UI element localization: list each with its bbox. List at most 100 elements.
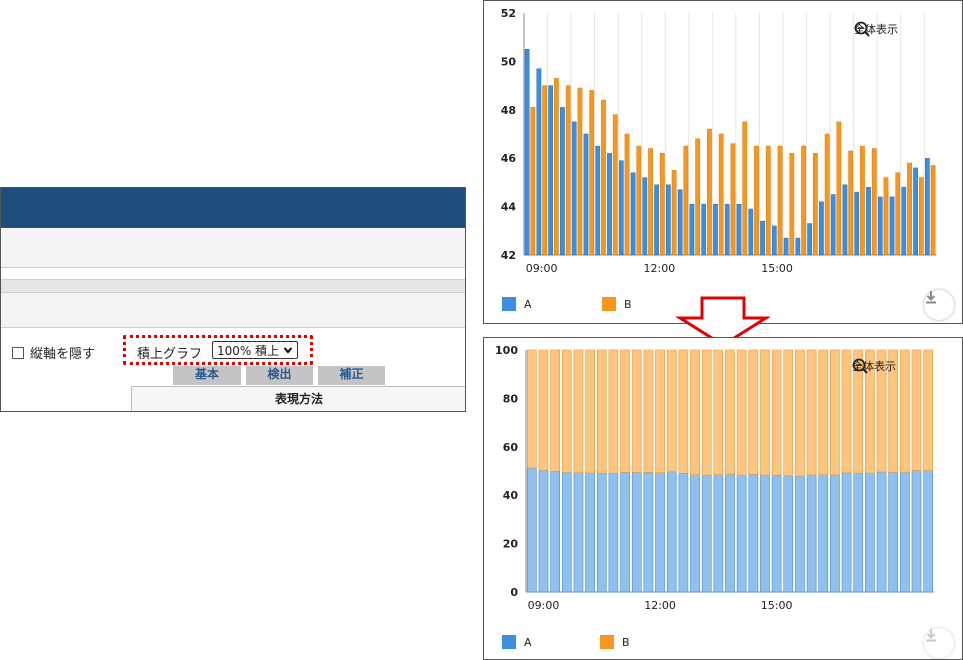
bar-a[interactable] <box>807 223 813 256</box>
bar-a[interactable] <box>783 237 789 256</box>
bar-a[interactable] <box>771 475 782 593</box>
bar-a[interactable] <box>913 167 918 256</box>
bar-b[interactable] <box>911 349 922 471</box>
bar-b[interactable] <box>577 87 583 256</box>
bar-b[interactable] <box>795 349 805 477</box>
bar-a[interactable] <box>795 475 805 593</box>
bar-a[interactable] <box>724 203 730 256</box>
bar-a[interactable] <box>888 472 899 593</box>
bar-b[interactable] <box>777 145 783 256</box>
bar-a[interactable] <box>631 472 642 593</box>
bar-a[interactable] <box>923 470 934 593</box>
bar-b[interactable] <box>907 162 912 256</box>
bar-a[interactable] <box>654 184 659 256</box>
download-button[interactable] <box>924 628 954 658</box>
bar-a[interactable] <box>678 473 689 593</box>
bar-a[interactable] <box>736 203 742 256</box>
bar-b[interactable] <box>730 143 736 256</box>
bar-a[interactable] <box>583 133 589 256</box>
bar-a[interactable] <box>666 471 677 593</box>
bar-a[interactable] <box>620 472 630 593</box>
bar-a[interactable] <box>911 470 922 593</box>
bar-b[interactable] <box>760 349 770 476</box>
bar-b[interactable] <box>883 177 889 256</box>
bar-a[interactable] <box>924 157 930 256</box>
bar-a[interactable] <box>630 172 636 256</box>
bar-b[interactable] <box>841 349 852 474</box>
bar-b[interactable] <box>648 148 653 256</box>
bar-a[interactable] <box>748 474 759 593</box>
bar-a[interactable] <box>830 474 840 593</box>
bar-a[interactable] <box>854 191 860 256</box>
bar-b[interactable] <box>530 107 536 256</box>
bar-b[interactable] <box>818 349 829 475</box>
zoom-reset-button[interactable]: 全体表示 <box>852 358 896 374</box>
bar-b[interactable] <box>542 85 547 256</box>
bar-b[interactable] <box>806 349 817 476</box>
bar-a[interactable] <box>538 469 549 593</box>
bar-a[interactable] <box>595 145 601 256</box>
bar-b[interactable] <box>789 153 795 256</box>
bar-b[interactable] <box>695 138 701 256</box>
bar-b[interactable] <box>900 349 910 473</box>
bar-a[interactable] <box>900 471 910 593</box>
bar-a[interactable] <box>841 472 852 593</box>
bar-a[interactable] <box>819 201 824 256</box>
bar-b[interactable] <box>701 349 712 476</box>
bar-b[interactable] <box>550 349 560 472</box>
bar-a[interactable] <box>526 467 537 593</box>
bar-b[interactable] <box>771 349 782 476</box>
tab-detect[interactable]: 検出 <box>246 366 313 385</box>
bar-b[interactable] <box>608 349 619 474</box>
bar-b[interactable] <box>565 85 571 256</box>
bar-a[interactable] <box>689 203 695 256</box>
bar-a[interactable] <box>536 68 542 256</box>
bar-a[interactable] <box>830 194 836 256</box>
bar-b[interactable] <box>918 177 924 256</box>
bar-b[interactable] <box>624 133 630 256</box>
bar-b[interactable] <box>683 145 689 256</box>
bar-a[interactable] <box>876 471 887 593</box>
bar-b[interactable] <box>930 165 936 256</box>
bar-a[interactable] <box>853 473 864 593</box>
bar-a[interactable] <box>655 472 665 593</box>
bar-a[interactable] <box>842 184 848 256</box>
bar-a[interactable] <box>642 177 648 256</box>
bar-b[interactable] <box>659 153 665 256</box>
bar-a[interactable] <box>725 473 735 593</box>
bar-b[interactable] <box>573 349 584 473</box>
bar-b[interactable] <box>666 349 677 473</box>
stack-graph-select[interactable]: 100% 積上 <box>212 341 298 359</box>
bar-a[interactable] <box>560 107 565 256</box>
bar-b[interactable] <box>824 133 830 256</box>
tab-correct[interactable]: 補正 <box>318 366 385 385</box>
bar-b[interactable] <box>707 128 712 256</box>
bar-b[interactable] <box>596 349 607 474</box>
bar-a[interactable] <box>713 203 718 256</box>
bar-b[interactable] <box>585 349 595 474</box>
bar-a[interactable] <box>795 237 801 256</box>
bar-b[interactable] <box>718 133 724 256</box>
bar-b[interactable] <box>554 78 559 256</box>
bar-b[interactable] <box>783 349 794 477</box>
bar-a[interactable] <box>643 472 654 593</box>
bar-a[interactable] <box>748 208 754 256</box>
bar-a[interactable] <box>573 472 584 593</box>
download-button[interactable] <box>924 290 954 320</box>
bar-b[interactable] <box>526 349 537 469</box>
bar-a[interactable] <box>783 475 794 593</box>
bar-b[interactable] <box>725 349 735 475</box>
legend-item-a[interactable]: A <box>502 297 532 311</box>
bar-a[interactable] <box>901 186 907 256</box>
bar-a[interactable] <box>760 220 765 256</box>
bar-a[interactable] <box>666 184 671 256</box>
bar-b[interactable] <box>871 148 877 256</box>
bar-b[interactable] <box>801 145 806 256</box>
bar-a[interactable] <box>865 472 875 593</box>
bar-b[interactable] <box>631 349 642 473</box>
bar-b[interactable] <box>690 349 700 475</box>
legend-item-b[interactable]: B <box>600 635 630 649</box>
bar-b[interactable] <box>813 153 818 256</box>
bar-b[interactable] <box>713 349 724 475</box>
bar-b[interactable] <box>748 349 759 475</box>
